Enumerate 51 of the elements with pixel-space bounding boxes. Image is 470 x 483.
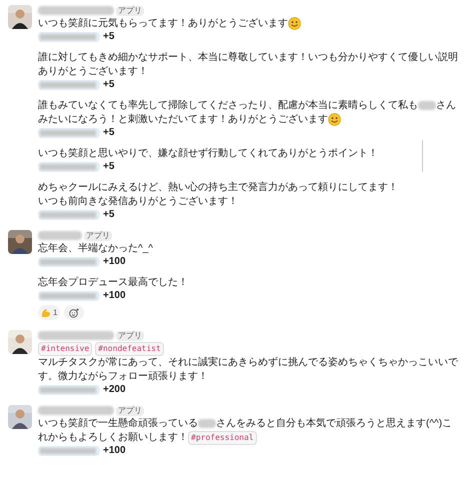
scrollbar[interactable] (422, 140, 423, 172)
recipient-mention[interactable] (38, 162, 100, 172)
message-text: いつも笑顔に元気もらってます！ありがとうございます (38, 17, 288, 30)
message-text: さんをみると自分も本気で頑張ろうと思えます(^^)こ (216, 417, 452, 430)
message-text: いつも笑顔で一生懸命頑張っている (38, 417, 198, 430)
points: +200 (103, 383, 126, 397)
message-text: れからもよろしくお願いします！ (38, 431, 188, 444)
recipient-mention[interactable] (38, 290, 100, 300)
message-text: マルチタスクが常にあって、それに誠実にあきらめずに挑んでる姿めちゃくちゃかっこいいで (38, 356, 458, 369)
recipient-mention[interactable] (38, 80, 100, 90)
app-badge: アプリ (84, 230, 112, 240)
app-badge: アプリ (116, 406, 144, 416)
recipient-mention[interactable] (38, 32, 100, 42)
recipient-mention[interactable] (38, 384, 100, 394)
redacted-name (418, 101, 436, 110)
app-badge: アプリ (116, 6, 144, 16)
hashtag[interactable]: #professional (188, 430, 257, 444)
add-reaction-button[interactable] (64, 305, 84, 320)
redacted-name (38, 231, 82, 240)
points: +5 (103, 126, 114, 140)
recipient-mention[interactable] (38, 128, 100, 138)
message-text: いつも前向きな発信ありがとうございます！ (38, 195, 238, 208)
points: +100 (103, 289, 126, 303)
message-text: 誰もみていなくても率先して掃除してくださったり、配慮が本当に素晴らしくて私も (38, 99, 418, 112)
points: +5 (103, 78, 114, 92)
recipient-mention[interactable] (38, 256, 100, 266)
smiley-icon (288, 17, 301, 30)
flexed-arm-icon (41, 308, 51, 318)
message-text: みたいになろう！と刺激いただいてます！ありがとうございます (38, 113, 328, 126)
message-text: 忘年会プロデュース最高でした！ (38, 276, 188, 289)
message-text: す。微力ながらフォロー頑張ります！ (38, 370, 208, 383)
message-text: 誰に対してもきめ細かなサポート、本当に尊敬しています！いつも分かりやすくて優しい説明 (38, 51, 458, 64)
hashtag[interactable]: #nondefeatist (95, 342, 164, 356)
app-badge: アプリ (116, 330, 144, 340)
points: +5 (103, 30, 114, 44)
message-text: めちゃクールにみえるけど、熱い心の持ち主で発言力があって頼りにしてます！ (38, 181, 398, 194)
smiley-icon (328, 113, 341, 126)
hashtag[interactable]: #intensive (38, 342, 92, 356)
message-text: ありがとうございます！ (38, 65, 148, 78)
points: +5 (103, 160, 114, 174)
points: +100 (103, 255, 126, 269)
add-emoji-icon (69, 308, 80, 318)
points: +5 (103, 208, 114, 222)
points: +100 (103, 444, 126, 458)
reaction-button[interactable]: 1 (38, 305, 60, 320)
redacted-name (198, 419, 216, 428)
message-text: いつも笑顔と思いやりで、嫌な顔せず行動してくれてありがとうポイント！ (38, 147, 378, 160)
recipient-mention[interactable] (38, 210, 100, 220)
message-text: さん (436, 99, 456, 112)
recipient-mention[interactable] (38, 446, 100, 456)
message-text: 忘年会、半端なかった^_^ (38, 242, 153, 255)
